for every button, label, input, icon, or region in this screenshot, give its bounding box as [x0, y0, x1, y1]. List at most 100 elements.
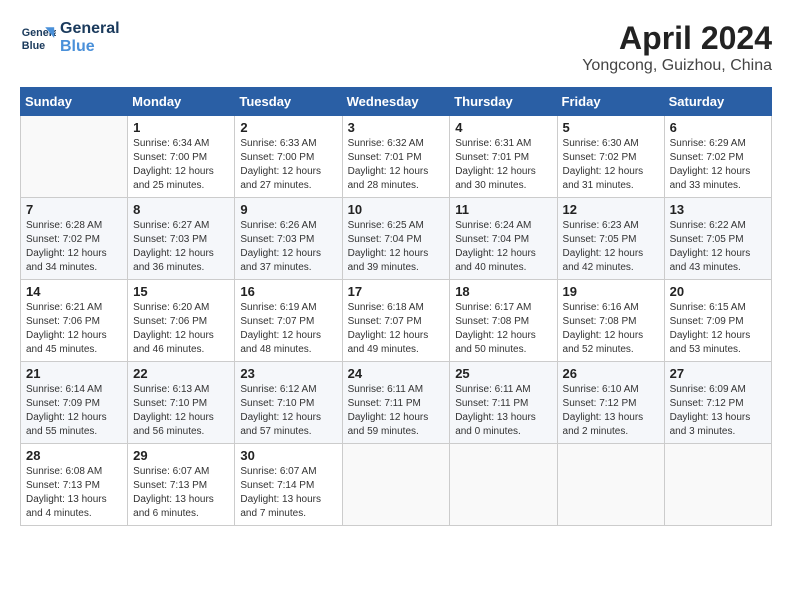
- calendar-cell: 17Sunrise: 6:18 AMSunset: 7:07 PMDayligh…: [342, 280, 450, 362]
- day-number: 20: [670, 284, 766, 299]
- calendar-cell: 23 Sunrise: 6:12 AMSunset: 7:10 PMDayligh…: [235, 362, 342, 444]
- day-info: Sunrise: 6:17 AMSunset: 7:08 PMDaylight:…: [455, 301, 551, 357]
- calendar-cell: [21, 116, 128, 198]
- day-info: Sunrise: 6:12 AMSunset: 7:10 PMDaylight:…: [240, 383, 336, 439]
- day-number: 21: [26, 366, 122, 381]
- calendar-cell: [557, 444, 664, 526]
- month-title: April 2024: [582, 20, 772, 57]
- day-number: 6: [670, 120, 766, 135]
- day-info: Sunrise: 6:27 AMSunset: 7:03 PMDaylight:…: [133, 219, 229, 275]
- calendar-week-2: 7 Sunrise: 6:28 AMSunset: 7:02 PMDaylight…: [21, 198, 772, 280]
- day-info: Sunrise: 6:30 AMSunset: 7:02 PMDaylight:…: [563, 137, 659, 193]
- day-number: 12: [563, 202, 659, 217]
- header-cell-wednesday: Wednesday: [342, 88, 450, 116]
- day-number: 27: [670, 366, 766, 381]
- header-cell-saturday: Saturday: [664, 88, 771, 116]
- day-number: 3: [348, 120, 445, 135]
- calendar-cell: 30 Sunrise: 6:07 AMSunset: 7:14 PMDayligh…: [235, 444, 342, 526]
- calendar-cell: 2Sunrise: 6:33 AMSunset: 7:00 PMDaylight…: [235, 116, 342, 198]
- title-section: April 2024 Yongcong, Guizhou, China: [582, 20, 772, 75]
- day-info: Sunrise: 6:11 AMSunset: 7:11 PMDaylight:…: [348, 383, 445, 439]
- logo-icon: General Blue: [20, 20, 56, 56]
- calendar-cell: 15Sunrise: 6:20 AMSunset: 7:06 PMDayligh…: [128, 280, 235, 362]
- day-info: Sunrise: 6:23 AMSunset: 7:05 PMDaylight:…: [563, 219, 659, 275]
- day-info: Sunrise: 6:28 AMSunset: 7:02 PMDaylight:…: [26, 219, 122, 275]
- day-info: Sunrise: 6:34 AMSunset: 7:00 PMDaylight:…: [133, 137, 229, 193]
- day-number: 30: [240, 448, 336, 463]
- day-number: 14: [26, 284, 122, 299]
- header-cell-thursday: Thursday: [450, 88, 557, 116]
- calendar-cell: 6 Sunrise: 6:29 AMSunset: 7:02 PMDaylight…: [664, 116, 771, 198]
- day-number: 13: [670, 202, 766, 217]
- day-number: 18: [455, 284, 551, 299]
- calendar-cell: 12 Sunrise: 6:23 AMSunset: 7:05 PMDayligh…: [557, 198, 664, 280]
- day-number: 25: [455, 366, 551, 381]
- day-number: 24: [348, 366, 445, 381]
- calendar-cell: 29Sunrise: 6:07 AMSunset: 7:13 PMDayligh…: [128, 444, 235, 526]
- day-number: 5: [563, 120, 659, 135]
- day-info: Sunrise: 6:32 AMSunset: 7:01 PMDaylight:…: [348, 137, 445, 193]
- calendar-cell: 18 Sunrise: 6:17 AMSunset: 7:08 PMDayligh…: [450, 280, 557, 362]
- day-number: 23: [240, 366, 336, 381]
- calendar-cell: 5 Sunrise: 6:30 AMSunset: 7:02 PMDaylight…: [557, 116, 664, 198]
- calendar-week-1: 1 Sunrise: 6:34 AMSunset: 7:00 PMDaylight…: [21, 116, 772, 198]
- calendar-cell: 7 Sunrise: 6:28 AMSunset: 7:02 PMDaylight…: [21, 198, 128, 280]
- calendar-cell: [664, 444, 771, 526]
- header-cell-friday: Friday: [557, 88, 664, 116]
- day-number: 8: [133, 202, 229, 217]
- day-number: 11: [455, 202, 551, 217]
- day-info: Sunrise: 6:22 AMSunset: 7:05 PMDaylight:…: [670, 219, 766, 275]
- day-number: 26: [563, 366, 659, 381]
- calendar-cell: 19 Sunrise: 6:16 AMSunset: 7:08 PMDayligh…: [557, 280, 664, 362]
- calendar-cell: 4Sunrise: 6:31 AMSunset: 7:01 PMDaylight…: [450, 116, 557, 198]
- day-info: Sunrise: 6:07 AMSunset: 7:14 PMDaylight:…: [240, 465, 336, 521]
- day-info: Sunrise: 6:24 AMSunset: 7:04 PMDaylight:…: [455, 219, 551, 275]
- day-number: 10: [348, 202, 445, 217]
- calendar-cell: 27 Sunrise: 6:09 AMSunset: 7:12 PMDayligh…: [664, 362, 771, 444]
- header-cell-tuesday: Tuesday: [235, 88, 342, 116]
- calendar-cell: 13 Sunrise: 6:22 AMSunset: 7:05 PMDayligh…: [664, 198, 771, 280]
- logo: General Blue General Blue: [20, 20, 120, 56]
- calendar-cell: 20 Sunrise: 6:15 AMSunset: 7:09 PMDayligh…: [664, 280, 771, 362]
- day-number: 2: [240, 120, 336, 135]
- calendar-cell: 1 Sunrise: 6:34 AMSunset: 7:00 PMDaylight…: [128, 116, 235, 198]
- header-cell-monday: Monday: [128, 88, 235, 116]
- day-number: 1: [133, 120, 229, 135]
- calendar-cell: 24 Sunrise: 6:11 AMSunset: 7:11 PMDayligh…: [342, 362, 450, 444]
- day-number: 7: [26, 202, 122, 217]
- day-number: 17: [348, 284, 445, 299]
- calendar-cell: 21Sunrise: 6:14 AMSunset: 7:09 PMDayligh…: [21, 362, 128, 444]
- day-info: Sunrise: 6:26 AMSunset: 7:03 PMDaylight:…: [240, 219, 336, 275]
- calendar-cell: 28Sunrise: 6:08 AMSunset: 7:13 PMDayligh…: [21, 444, 128, 526]
- calendar-cell: 8 Sunrise: 6:27 AMSunset: 7:03 PMDaylight…: [128, 198, 235, 280]
- day-info: Sunrise: 6:29 AMSunset: 7:02 PMDaylight:…: [670, 137, 766, 193]
- header-row: SundayMondayTuesdayWednesdayThursdayFrid…: [21, 88, 772, 116]
- day-info: Sunrise: 6:15 AMSunset: 7:09 PMDaylight:…: [670, 301, 766, 357]
- location-title: Yongcong, Guizhou, China: [582, 57, 772, 75]
- calendar-cell: 9Sunrise: 6:26 AMSunset: 7:03 PMDaylight…: [235, 198, 342, 280]
- calendar-cell: 14 Sunrise: 6:21 AMSunset: 7:06 PMDayligh…: [21, 280, 128, 362]
- day-info: Sunrise: 6:10 AMSunset: 7:12 PMDaylight:…: [563, 383, 659, 439]
- header-cell-sunday: Sunday: [21, 88, 128, 116]
- day-info: Sunrise: 6:19 AMSunset: 7:07 PMDaylight:…: [240, 301, 336, 357]
- day-info: Sunrise: 6:13 AMSunset: 7:10 PMDaylight:…: [133, 383, 229, 439]
- calendar-cell: 3 Sunrise: 6:32 AMSunset: 7:01 PMDaylight…: [342, 116, 450, 198]
- day-info: Sunrise: 6:08 AMSunset: 7:13 PMDaylight:…: [26, 465, 122, 521]
- day-info: Sunrise: 6:21 AMSunset: 7:06 PMDaylight:…: [26, 301, 122, 357]
- day-number: 19: [563, 284, 659, 299]
- day-number: 22: [133, 366, 229, 381]
- day-info: Sunrise: 6:31 AMSunset: 7:01 PMDaylight:…: [455, 137, 551, 193]
- day-number: 16: [240, 284, 336, 299]
- day-info: Sunrise: 6:16 AMSunset: 7:08 PMDaylight:…: [563, 301, 659, 357]
- calendar-cell: [342, 444, 450, 526]
- day-info: Sunrise: 6:07 AMSunset: 7:13 PMDaylight:…: [133, 465, 229, 521]
- day-info: Sunrise: 6:11 AMSunset: 7:11 PMDaylight:…: [455, 383, 551, 439]
- calendar-cell: 16 Sunrise: 6:19 AMSunset: 7:07 PMDayligh…: [235, 280, 342, 362]
- calendar-week-5: 28Sunrise: 6:08 AMSunset: 7:13 PMDayligh…: [21, 444, 772, 526]
- calendar-cell: 26 Sunrise: 6:10 AMSunset: 7:12 PMDayligh…: [557, 362, 664, 444]
- day-number: 15: [133, 284, 229, 299]
- calendar-cell: 25 Sunrise: 6:11 AMSunset: 7:11 PMDayligh…: [450, 362, 557, 444]
- header: General Blue General Blue April 2024 Yon…: [20, 20, 772, 75]
- day-info: Sunrise: 6:09 AMSunset: 7:12 PMDaylight:…: [670, 383, 766, 439]
- day-info: Sunrise: 6:25 AMSunset: 7:04 PMDaylight:…: [348, 219, 445, 275]
